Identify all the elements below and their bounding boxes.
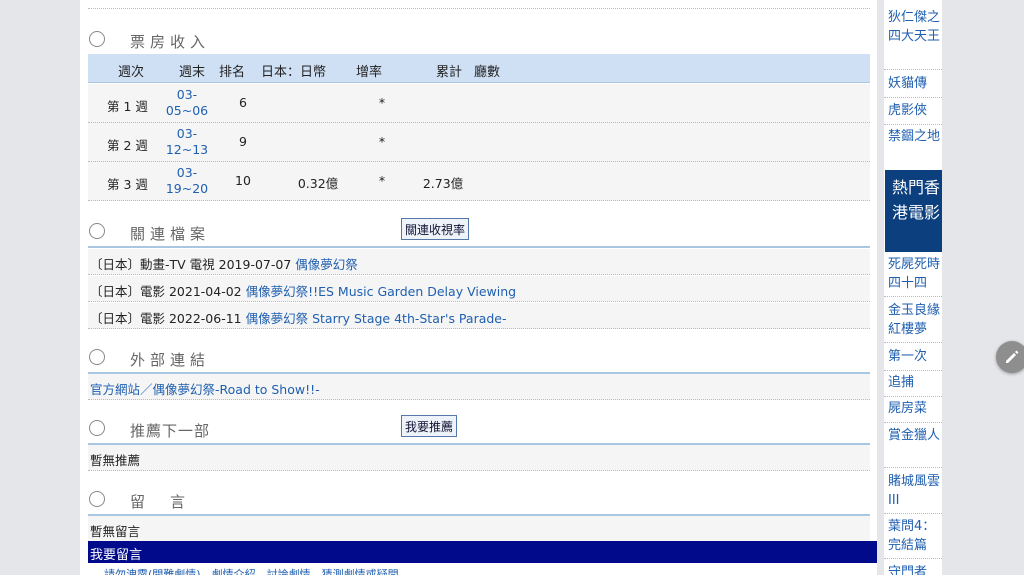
- edit-fab-button[interactable]: [996, 341, 1024, 373]
- related-ratings-button[interactable]: 關連收視率: [401, 218, 470, 240]
- date-link[interactable]: 03- 05~06: [156, 87, 218, 119]
- sidebar: 狄仁傑之四大天王 妖貓傳 虎影俠 禁錮之地 熱門香港電影 死屍死時四十四 金玉良…: [884, 0, 942, 575]
- col-daily: 日本：日幣: [261, 65, 327, 80]
- write-comment-bar[interactable]: 我要留言: [88, 541, 877, 563]
- no-comments-text: 暫無留言: [90, 524, 141, 539]
- sidebar-item[interactable]: 禁錮之地: [884, 127, 942, 169]
- official-site-link[interactable]: 官方網站／偶像夢幻祭-Road to Show!!-: [90, 379, 320, 398]
- col-cumulative: 累計: [436, 65, 463, 80]
- sidebar-item[interactable]: 狄仁傑之四大天王: [884, 8, 942, 70]
- section-box-office-header: 票房收入: [88, 28, 870, 56]
- date-link[interactable]: 03- 12~13: [156, 126, 218, 158]
- list-item: 暫無留言: [88, 516, 870, 542]
- related-meta: 〔日本〕電影 2022-06-11: [90, 311, 246, 326]
- pencil-icon: [1006, 350, 1019, 363]
- divider: [88, 8, 870, 9]
- section-title: 關連檔案: [130, 225, 211, 243]
- list-item: 〔日本〕電影 2021-04-02 偶像夢幻祭!!ES Music Garden…: [88, 276, 870, 302]
- rank-cell: 9: [239, 134, 247, 149]
- section-external-header: 外部連結: [88, 346, 870, 374]
- col-screens: 廳數: [474, 65, 501, 80]
- list-item: 官方網站／偶像夢幻祭-Road to Show!!-: [88, 374, 870, 400]
- col-weekend: 週末: [179, 65, 206, 80]
- growth-cell: *: [378, 95, 386, 110]
- col-rank: 排名: [219, 65, 246, 80]
- related-link[interactable]: 偶像夢幻祭!!ES Music Garden Delay Viewing: [246, 284, 516, 299]
- sidebar-item[interactable]: 死屍死時四十四: [884, 255, 942, 297]
- table-row: 第 1 週 03- 05~06 6 *: [88, 84, 870, 123]
- box-office-table-header: 週次 週末 排名 日本：日幣 增率 累計 廳數: [88, 54, 870, 83]
- related-meta: 〔日本〕電影 2021-04-02: [90, 284, 246, 299]
- list-item: 〔日本〕動畫-TV 電視 2019-07-07 偶像夢幻祭: [88, 249, 870, 275]
- sidebar-item[interactable]: 妖貓傳: [884, 74, 942, 98]
- sidebar-item[interactable]: 虎影俠: [884, 101, 942, 125]
- main-content: 票房收入 週次 週末 排名 日本：日幣 增率 累計 廳數 第 1 週 03- 05…: [80, 0, 877, 575]
- circle-icon: [89, 420, 105, 436]
- section-comments-header: 留 言: [88, 488, 870, 516]
- sidebar-item[interactable]: 屍房菜: [884, 399, 942, 423]
- comment-rules-text: 請勿洩露(開難劇情)、劇情介紹、討論劇情、猜測劇情或疑問。: [104, 568, 410, 575]
- list-item: 〔日本〕電影 2022-06-11 偶像夢幻祭 Starry Stage 4th…: [88, 303, 870, 329]
- table-row: 第 2 週 03- 12~13 9 *: [88, 123, 870, 162]
- section-title: 外部連結: [130, 351, 211, 369]
- growth-cell: *: [378, 134, 386, 149]
- sidebar-item[interactable]: 葉問4：完結篇: [884, 517, 942, 559]
- week-cell: 第 2 週: [107, 138, 148, 153]
- sidebar-item[interactable]: 守門者: [884, 563, 942, 575]
- table-row: 第 3 週 03- 19~20 10 0.32億 * 2.73億: [88, 162, 870, 201]
- sidebar-item[interactable]: 賞金獵人: [884, 426, 942, 468]
- week-cell: 第 1 週: [107, 99, 148, 114]
- date-link[interactable]: 03- 19~20: [156, 165, 218, 197]
- daily-cell: 0.32億: [297, 176, 339, 191]
- circle-icon: [89, 223, 105, 239]
- sidebar-hot-hk-header: 熱門香港電影: [885, 170, 942, 252]
- no-recommend-text: 暫無推薦: [90, 453, 141, 468]
- rank-cell: 6: [239, 95, 247, 110]
- write-comment-label: 我要留言: [90, 548, 143, 563]
- section-related-header: 關連檔案 關連收視率: [88, 218, 870, 248]
- section-title: 推薦下一部: [130, 422, 211, 440]
- sidebar-item[interactable]: 賭城風雲III: [884, 472, 942, 514]
- growth-cell: *: [378, 173, 386, 188]
- list-item: 暫無推薦: [88, 445, 870, 471]
- circle-icon: [89, 491, 105, 507]
- recommend-button[interactable]: 我要推薦: [401, 415, 458, 437]
- sidebar-item[interactable]: 金玉良緣紅樓夢: [884, 301, 942, 343]
- section-title: 票房收入: [130, 33, 211, 51]
- comment-rules: 請勿洩露(開難劇情)、劇情介紹、討論劇情、猜測劇情或疑問。: [88, 563, 870, 575]
- section-title: 留 言: [130, 493, 191, 511]
- related-meta: 〔日本〕動畫-TV 電視 2019-07-07: [90, 257, 296, 272]
- sidebar-item[interactable]: 追捕: [884, 373, 942, 397]
- col-week: 週次: [118, 65, 145, 80]
- cumulative-cell: 2.73億: [422, 176, 464, 191]
- sidebar-item[interactable]: 第一次: [884, 347, 942, 371]
- circle-icon: [89, 349, 105, 365]
- related-link[interactable]: 偶像夢幻祭: [295, 257, 358, 272]
- rank-cell: 10: [235, 173, 251, 188]
- week-cell: 第 3 週: [107, 177, 148, 192]
- circle-icon: [89, 31, 105, 47]
- section-recommend-header: 推薦下一部 我要推薦: [88, 415, 870, 445]
- col-growth: 增率: [356, 65, 383, 80]
- related-link[interactable]: 偶像夢幻祭 Starry Stage 4th-Star's Parade-: [246, 311, 507, 326]
